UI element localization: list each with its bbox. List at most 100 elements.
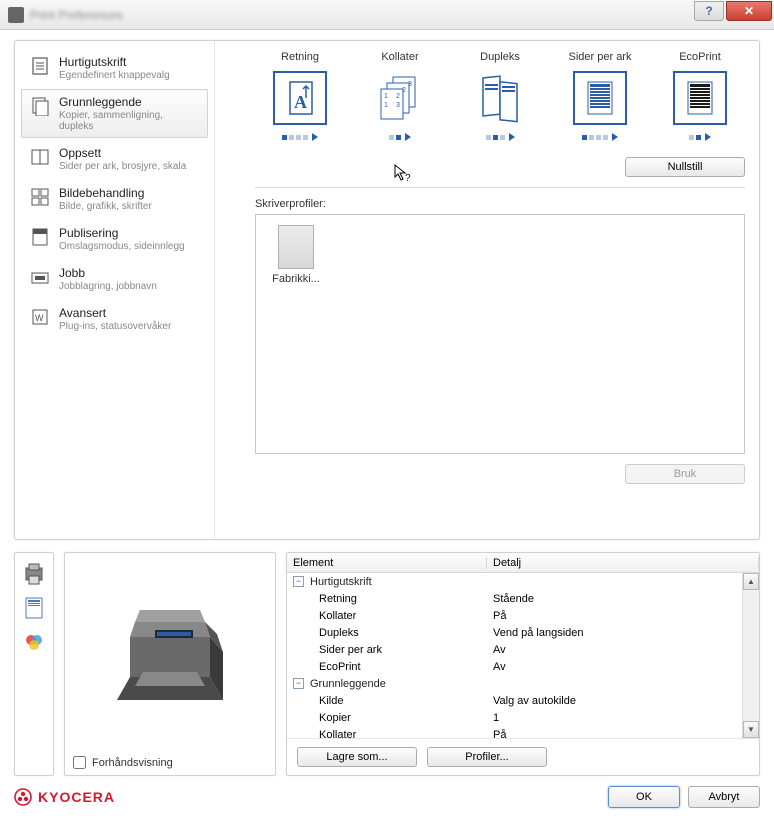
scroll-down-button[interactable]: ▼ xyxy=(743,721,759,738)
quick-pagesper[interactable]: Sider per ark xyxy=(555,51,645,141)
sidebar-item-sub: Sider per ark, brosjyre, skala xyxy=(59,161,186,172)
save-as-button[interactable]: Lagre som... xyxy=(297,747,417,767)
job-icon xyxy=(29,266,51,288)
svg-text:W: W xyxy=(35,313,44,323)
sidebar-item-sub: Omslagsmodus, sideinnlegg xyxy=(59,241,185,252)
quick-pager[interactable] xyxy=(389,133,411,141)
sidebar-item-sub: Egendefinert knappevalg xyxy=(59,70,170,81)
quick-pager[interactable] xyxy=(486,133,515,141)
quick-pager[interactable] xyxy=(689,133,711,141)
sidebar-item-imaging[interactable]: Bildebehandling Bilde, grafikk, skrifter xyxy=(21,180,208,218)
sidebar-item-sub: Jobblagring, jobbnavn xyxy=(59,281,157,292)
quick-duplex[interactable]: Dupleks xyxy=(455,51,545,141)
app-icon xyxy=(8,7,24,23)
ok-button[interactable]: OK xyxy=(608,786,680,808)
table-row[interactable]: KildeValg av autokilde xyxy=(287,692,759,709)
sidebar-item-job[interactable]: Jobb Jobblagring, jobbnavn xyxy=(21,260,208,298)
table-header: Element Detalj xyxy=(287,553,759,573)
quick-label: Kollater xyxy=(381,51,418,63)
table-group[interactable]: −Hurtigutskrift xyxy=(287,573,759,590)
scrollbar[interactable]: ▲ ▼ xyxy=(742,573,759,738)
profiles-button[interactable]: Profiler... xyxy=(427,747,547,767)
brand-text: KYOCERA xyxy=(38,789,115,805)
pagesper-icon xyxy=(573,71,627,125)
printer-image xyxy=(65,553,275,750)
sidebar-item-label: Bildebehandling xyxy=(59,186,152,200)
preview-mode-tabs xyxy=(14,552,54,776)
table-row[interactable]: KollaterPå xyxy=(287,726,759,739)
main-panel: Hurtigutskrift Egendefinert knappevalg G… xyxy=(14,40,760,540)
footer: KYOCERA OK Avbryt xyxy=(0,776,774,820)
group-name: Grunnleggende xyxy=(310,678,386,690)
scroll-up-button[interactable]: ▲ xyxy=(743,573,759,590)
quick-label: Sider per ark xyxy=(569,51,632,63)
sidebar-item-label: Hurtigutskrift xyxy=(59,55,170,69)
collapse-icon[interactable]: − xyxy=(293,576,304,587)
svg-text:1: 1 xyxy=(384,93,388,100)
preview-page-tab[interactable] xyxy=(21,593,47,623)
svg-text:3: 3 xyxy=(408,81,412,88)
details-table[interactable]: Element Detalj −Hurtigutskrift RetningSt… xyxy=(287,553,759,739)
svg-text:?: ? xyxy=(405,173,411,183)
preview-checkbox-label: Forhåndsvisning xyxy=(92,757,173,769)
main-area: Retning A Kollater 321213 Dupleks xyxy=(215,41,759,539)
table-row[interactable]: Sider per arkAv xyxy=(287,641,759,658)
basic-icon xyxy=(29,95,51,117)
cancel-button[interactable]: Avbryt xyxy=(688,786,760,808)
titlebar: Print Preferences ? ✕ xyxy=(0,0,774,30)
preview-printer-tab[interactable] xyxy=(21,559,47,589)
table-row[interactable]: EcoPrintAv xyxy=(287,658,759,675)
sidebar-item-advanced[interactable]: W Avansert Plug-ins, statusovervåker xyxy=(21,300,208,338)
sidebar-item-label: Jobb xyxy=(59,266,157,280)
preview-checkbox-input[interactable] xyxy=(73,756,86,769)
header-detail[interactable]: Detalj xyxy=(487,557,759,569)
table-row[interactable]: KollaterPå xyxy=(287,607,759,624)
brand-logo: KYOCERA xyxy=(14,788,115,806)
profiles-label: Skriverprofiler: xyxy=(255,198,745,210)
quick-pager[interactable] xyxy=(282,133,318,141)
quick-collate[interactable]: Kollater 321213 xyxy=(355,51,445,141)
divider xyxy=(255,187,745,188)
sidebar-item-basic[interactable]: Grunnleggende Kopier, sammenligning, dup… xyxy=(21,89,208,138)
sidebar-item-sub: Kopier, sammenligning, dupleks xyxy=(59,110,200,132)
sidebar-item-quickprint[interactable]: Hurtigutskrift Egendefinert knappevalg xyxy=(21,49,208,87)
quick-pager[interactable] xyxy=(582,133,618,141)
quick-ecoprint[interactable]: EcoPrint xyxy=(655,51,745,141)
apply-profile-button: Bruk xyxy=(625,464,745,484)
preview-color-tab[interactable] xyxy=(21,627,47,657)
quickprint-icon xyxy=(29,55,51,77)
svg-text:2: 2 xyxy=(402,87,406,94)
svg-text:3: 3 xyxy=(396,102,400,109)
quick-label: Dupleks xyxy=(480,51,520,63)
reset-button[interactable]: Nullstill xyxy=(625,157,745,177)
table-row[interactable]: Kopier1 xyxy=(287,709,759,726)
profile-thumb-icon xyxy=(278,225,314,269)
ecoprint-icon xyxy=(673,71,727,125)
collapse-icon[interactable]: − xyxy=(293,678,304,689)
sidebar-item-publishing[interactable]: Publisering Omslagsmodus, sideinnlegg xyxy=(21,220,208,258)
sidebar-item-layout[interactable]: Oppsett Sider per ark, brosjyre, skala xyxy=(21,140,208,178)
sidebar-item-sub: Bilde, grafikk, skrifter xyxy=(59,201,152,212)
mouse-cursor-icon: ? xyxy=(393,163,413,186)
imaging-icon xyxy=(29,186,51,208)
sidebar-item-label: Grunnleggende xyxy=(59,95,200,109)
close-button[interactable]: ✕ xyxy=(726,1,772,21)
table-row[interactable]: RetningStående xyxy=(287,590,759,607)
table-row[interactable]: DupleksVend på langsiden xyxy=(287,624,759,641)
sidebar: Hurtigutskrift Egendefinert knappevalg G… xyxy=(15,41,215,539)
advanced-icon: W xyxy=(29,306,51,328)
publishing-icon xyxy=(29,226,51,248)
sidebar-item-label: Publisering xyxy=(59,226,185,240)
profiles-list[interactable]: Fabrikki... xyxy=(255,214,745,454)
help-button[interactable]: ? xyxy=(694,1,724,21)
orientation-icon: A xyxy=(273,71,327,125)
svg-text:A: A xyxy=(294,92,307,112)
profile-item[interactable]: Fabrikki... xyxy=(266,225,326,285)
preview-checkbox[interactable]: Forhåndsvisning xyxy=(65,750,275,775)
sidebar-item-label: Oppsett xyxy=(59,146,186,160)
collate-icon: 321213 xyxy=(373,71,427,125)
quick-orientation[interactable]: Retning A xyxy=(255,51,345,141)
header-element[interactable]: Element xyxy=(287,557,487,569)
table-group[interactable]: −Grunnleggende xyxy=(287,675,759,692)
layout-icon xyxy=(29,146,51,168)
